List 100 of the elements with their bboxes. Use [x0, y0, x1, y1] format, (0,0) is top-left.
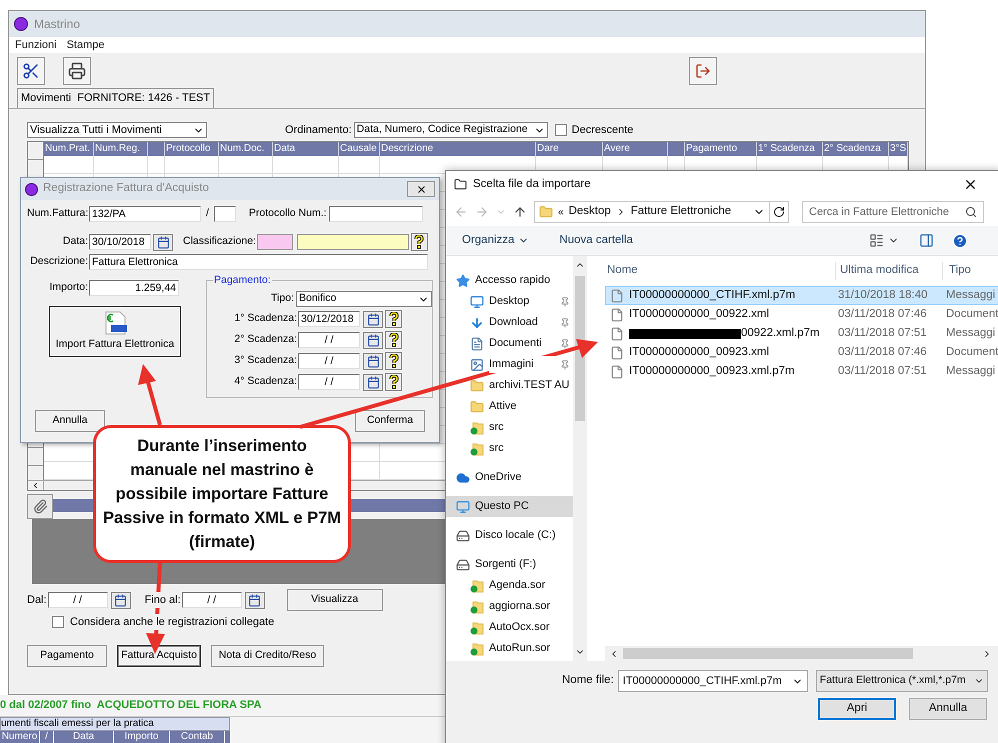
- navigation-item[interactable]: Disco locale (C:): [446, 525, 573, 546]
- column-header[interactable]: 3°S: [889, 142, 908, 156]
- from-date-field[interactable]: / /: [48, 592, 108, 608]
- column-header[interactable]: Num.Doc.: [219, 142, 273, 156]
- column-header[interactable]: Num.Reg.: [94, 142, 148, 156]
- column-header[interactable]: 1° Scadenza: [757, 142, 823, 156]
- file-row[interactable]: IT00000000000_CTIHF.xml.p7m 31/10/2018 18:40 Messaggi: [605, 286, 998, 305]
- path-segment[interactable]: Desktop: [568, 203, 611, 221]
- column-header[interactable]: Pagamento: [685, 142, 757, 156]
- file-row[interactable]: 00922.xml.p7m 03/11/2018 07:51 Messaggi: [605, 324, 998, 343]
- column-header[interactable]: Protocollo: [165, 142, 219, 156]
- column-header[interactable]: Data: [273, 142, 339, 156]
- navigation-item[interactable]: Attive: [446, 396, 573, 417]
- tab[interactable]: Movimenti FORNITORE: 1426 - TEST: [17, 88, 214, 108]
- calendar-button[interactable]: [363, 310, 383, 328]
- column-header[interactable]: Causale: [339, 142, 380, 156]
- column-header[interactable]: Data: [54, 731, 114, 743]
- column-header[interactable]: Avere: [603, 142, 668, 156]
- calendar-button[interactable]: [363, 352, 383, 370]
- help-button[interactable]: [385, 352, 402, 370]
- attachment-button[interactable]: [27, 494, 53, 519]
- navigation-item[interactable]: AutoRun.sor: [446, 638, 573, 659]
- column-header[interactable]: /: [40, 731, 54, 743]
- protocol-field[interactable]: [328, 206, 423, 222]
- path-segment[interactable]: Fatture Elettroniche: [630, 203, 732, 221]
- column-header[interactable]: Tipo: [942, 262, 971, 280]
- help-button[interactable]: [385, 310, 402, 328]
- navigation-item[interactable]: Questo PC: [446, 496, 573, 517]
- action-button[interactable]: Pagamento: [27, 645, 107, 667]
- column-header[interactable]: Contab: [170, 731, 225, 743]
- navigation-item[interactable]: Desktop: [446, 291, 573, 312]
- navigation-item[interactable]: OneDrive: [446, 467, 573, 488]
- refresh-button[interactable]: [769, 201, 789, 223]
- payment-type-dropdown[interactable]: Bonifico: [296, 291, 432, 307]
- search-field[interactable]: Cerca in Fatture Elettroniche: [802, 201, 984, 223]
- navigation-item[interactable]: aggiorna.sor: [446, 596, 573, 617]
- invoice-number-field[interactable]: 132/PA: [89, 206, 201, 222]
- print-button[interactable]: [63, 57, 91, 85]
- column-header[interactable]: Descrizione: [380, 142, 536, 156]
- navigation-item[interactable]: Documenti: [446, 333, 573, 354]
- column-header[interactable]: Numero: [0, 731, 40, 743]
- help-button[interactable]: [385, 331, 402, 349]
- file-type-dropdown[interactable]: Fattura Elettronica (*.xml,*.p7m: [816, 670, 988, 692]
- column-header[interactable]: Dare: [536, 142, 603, 156]
- column-header[interactable]: Nome: [605, 262, 835, 280]
- filename-field[interactable]: IT00000000000_CTIHF.xml.p7m: [618, 670, 808, 692]
- navigation-item[interactable]: Agenda.sor: [446, 575, 573, 596]
- column-header[interactable]: Importo: [114, 731, 170, 743]
- scissors-button[interactable]: [17, 57, 45, 85]
- file-row[interactable]: IT00000000000_00923.xml 03/11/2018 07:46 Document: [605, 343, 998, 362]
- show-button[interactable]: Visualizza: [286, 589, 383, 611]
- column-header[interactable]: 2° Scadenza: [823, 142, 889, 156]
- horizontal-scrollbar[interactable]: [605, 646, 998, 661]
- cancel-button[interactable]: Annulla: [35, 410, 105, 432]
- action-button[interactable]: Fattura Acquisto: [117, 645, 201, 667]
- linked-checkbox[interactable]: [52, 616, 64, 628]
- column-header[interactable]: Num.Prat.: [44, 142, 94, 156]
- calendar-button[interactable]: [110, 592, 131, 608]
- file-row[interactable]: IT00000000000_00923.xml.p7m 03/11/2018 07:51 Messaggi: [605, 362, 998, 381]
- open-button[interactable]: Apri: [818, 698, 896, 720]
- due-date-field[interactable]: 30/12/2018: [298, 311, 360, 327]
- navigation-item[interactable]: src: [446, 417, 573, 438]
- navigation-item[interactable]: Accesso rapido: [446, 270, 573, 291]
- to-date-field[interactable]: / /: [182, 592, 242, 608]
- new-folder-button[interactable]: Nuova cartella: [559, 232, 633, 250]
- address-bar[interactable]: « Desktop Fatture Elettroniche: [534, 201, 770, 223]
- navigation-item[interactable]: Sorgenti (F:): [446, 554, 573, 575]
- column-header[interactable]: Ultima modifica: [835, 262, 942, 280]
- navigation-item[interactable]: AutoOcx.sor: [446, 617, 573, 638]
- filter-dropdown[interactable]: Visualizza Tutti i Movimenti: [27, 122, 207, 138]
- due-date-field[interactable]: / /: [298, 332, 360, 348]
- sidebar-scrollbar[interactable]: [573, 256, 587, 661]
- action-button[interactable]: Nota di Credito/Reso: [211, 645, 324, 667]
- help-button[interactable]: [385, 373, 402, 391]
- due-date-field[interactable]: / /: [298, 374, 360, 390]
- navigation-item[interactable]: archivi.TEST AU: [446, 375, 573, 396]
- classification-code-field[interactable]: [256, 234, 293, 250]
- calendar-button[interactable]: [244, 592, 265, 608]
- description-field[interactable]: Fattura Elettronica: [89, 254, 428, 270]
- exit-button[interactable]: [689, 57, 717, 85]
- date-field[interactable]: 30/10/2018: [89, 234, 151, 250]
- navigation-item[interactable]: src: [446, 438, 573, 459]
- invoice-suffix-field[interactable]: [214, 206, 236, 222]
- cancel-button[interactable]: Annulla: [909, 698, 987, 720]
- navigation-item[interactable]: Download: [446, 312, 573, 333]
- ordering-dropdown[interactable]: Data, Numero, Codice Registrazione: [354, 122, 548, 138]
- amount-field[interactable]: 1.259,44: [89, 280, 179, 296]
- descending-checkbox[interactable]: [554, 124, 567, 136]
- menu-item[interactable]: Stampe: [66, 36, 104, 54]
- due-date-field[interactable]: / /: [298, 353, 360, 369]
- classification-name-field[interactable]: [296, 234, 409, 250]
- close-button[interactable]: [407, 181, 435, 197]
- confirm-button[interactable]: Conferma: [355, 410, 425, 432]
- navigation-item[interactable]: Immagini: [446, 354, 573, 375]
- menu-item[interactable]: Funzioni: [15, 36, 57, 54]
- calendar-button[interactable]: [363, 374, 383, 390]
- organize-menu[interactable]: Organizza: [462, 232, 530, 250]
- calendar-button[interactable]: [153, 234, 173, 250]
- calendar-button[interactable]: [363, 332, 383, 348]
- import-button[interactable]: Import Fattura Elettronica: [49, 306, 181, 357]
